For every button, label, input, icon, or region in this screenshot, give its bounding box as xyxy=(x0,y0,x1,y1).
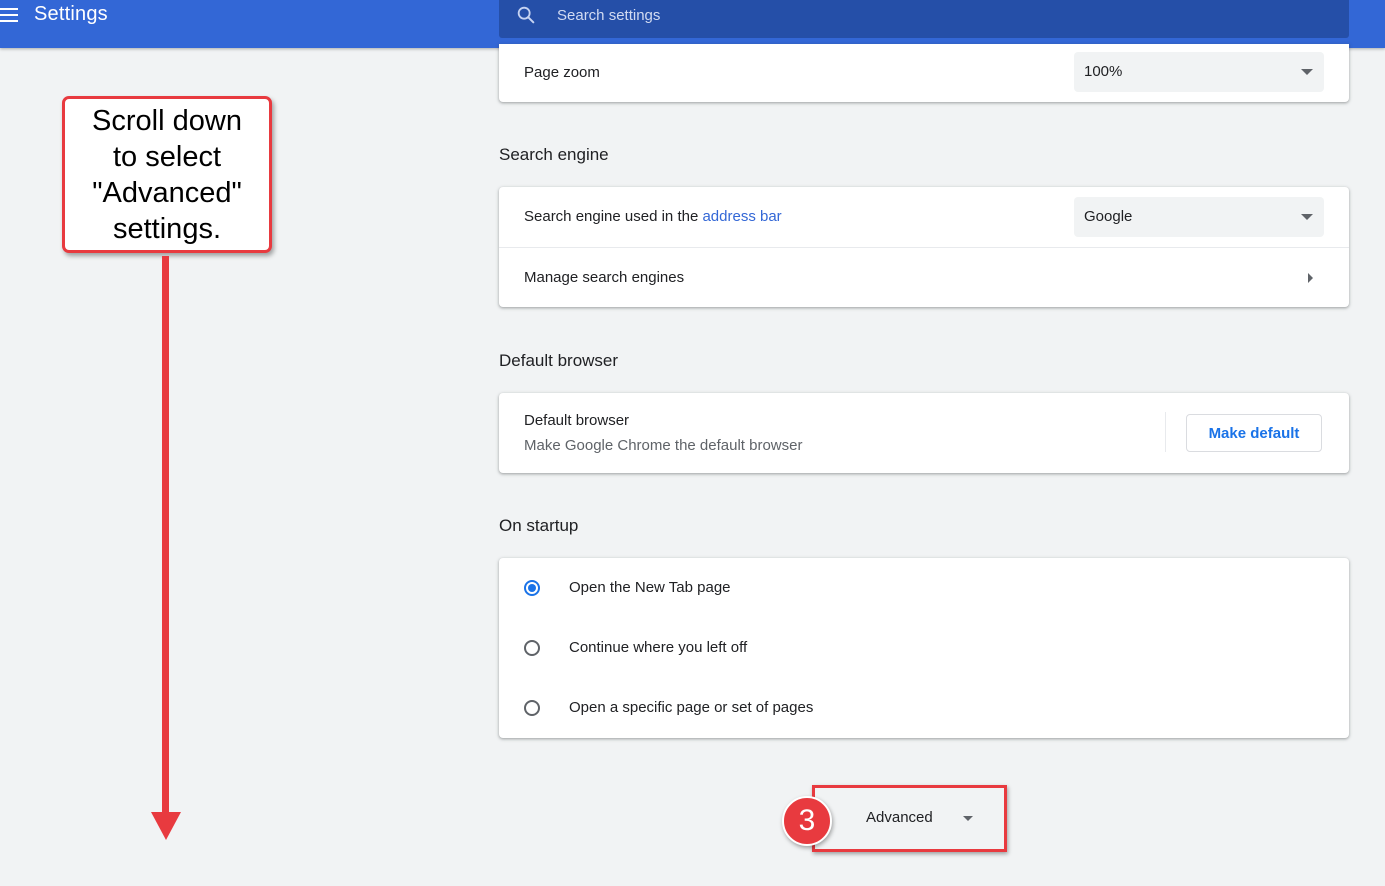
address-bar-link[interactable]: address bar xyxy=(702,208,781,225)
vertical-divider xyxy=(1165,412,1166,452)
callout-line: settings. xyxy=(113,213,221,245)
arrow-down-icon xyxy=(151,812,181,840)
search-engine-value: Google xyxy=(1084,208,1133,225)
manage-search-engines-row[interactable]: Manage search engines xyxy=(499,248,1349,307)
search-icon[interactable] xyxy=(515,4,537,26)
step-number-badge: 3 xyxy=(782,796,832,846)
startup-option-continue[interactable]: Continue where you left off xyxy=(499,618,1349,678)
startup-option-label[interactable]: Open the New Tab page xyxy=(569,579,731,596)
startup-option-specific-pages[interactable]: Open a specific page or set of pages xyxy=(499,678,1349,738)
on-startup-card: Open the New Tab page Continue where you… xyxy=(499,558,1349,738)
top-app-bar: Settings xyxy=(0,0,1385,48)
startup-option-label[interactable]: Open a specific page or set of pages xyxy=(569,699,813,716)
chevron-right-icon xyxy=(1308,273,1313,283)
radio-selected-icon[interactable] xyxy=(524,580,540,596)
page-title: Settings xyxy=(34,3,108,25)
page-zoom-value: 100% xyxy=(1084,63,1123,80)
search-box[interactable] xyxy=(499,0,1349,38)
dropdown-arrow-icon xyxy=(1301,69,1313,75)
page-zoom-label: Page zoom xyxy=(524,64,600,81)
callout-line: "Advanced" xyxy=(92,177,242,209)
default-browser-subtitle: Make Google Chrome the default browser xyxy=(524,437,803,454)
appearance-card: Page zoom 100% xyxy=(499,44,1349,102)
startup-option-new-tab[interactable]: Open the New Tab page xyxy=(499,558,1349,618)
manage-search-engines-label: Manage search engines xyxy=(524,269,685,286)
callout-line: Scroll down xyxy=(92,105,242,137)
section-title-on-startup: On startup xyxy=(499,516,579,535)
search-input[interactable] xyxy=(555,2,1319,28)
scroll-down-arrow xyxy=(162,256,169,814)
search-engine-select[interactable]: Google xyxy=(1074,197,1324,237)
default-browser-card: Default browser Make Google Chrome the d… xyxy=(499,393,1349,473)
section-title-search-engine: Search engine xyxy=(499,145,609,164)
search-engine-card: Search engine used in the address bar Go… xyxy=(499,187,1349,307)
radio-unselected-icon[interactable] xyxy=(524,640,540,656)
default-browser-title: Default browser xyxy=(524,412,630,429)
make-default-button[interactable]: Make default xyxy=(1186,414,1322,452)
callout-line: to select xyxy=(113,141,221,173)
dropdown-arrow-icon xyxy=(1301,214,1313,220)
section-title-default-browser: Default browser xyxy=(499,351,619,370)
search-engine-used-label: Search engine used in the xyxy=(524,208,703,225)
page-zoom-select[interactable]: 100% xyxy=(1074,52,1324,92)
instruction-callout: Scroll down to select "Advanced" setting… xyxy=(62,96,272,253)
hamburger-menu-icon[interactable] xyxy=(0,8,18,26)
advanced-highlight-box xyxy=(812,785,1007,852)
radio-unselected-icon[interactable] xyxy=(524,700,540,716)
startup-option-label[interactable]: Continue where you left off xyxy=(569,639,747,656)
search-engine-row: Search engine used in the address bar Go… xyxy=(499,187,1349,247)
